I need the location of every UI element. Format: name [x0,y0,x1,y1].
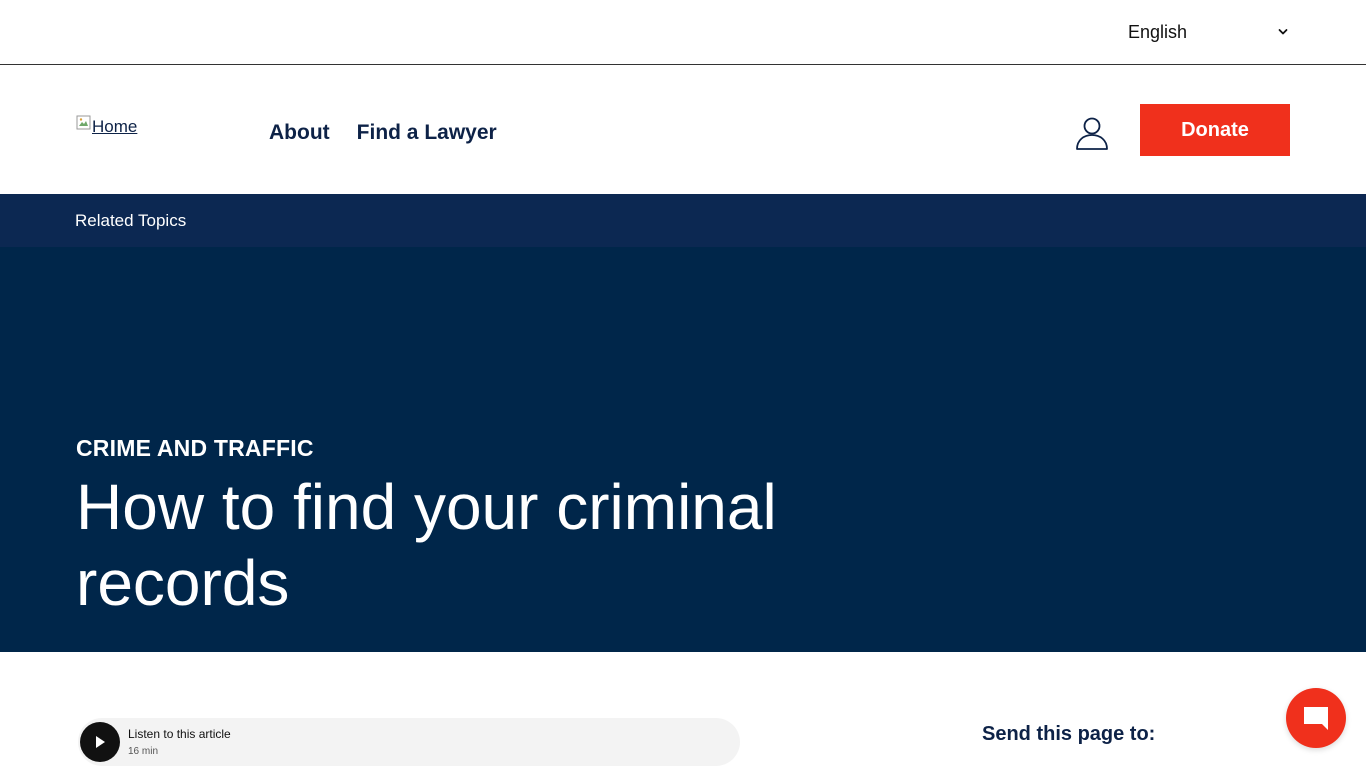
chevron-down-icon [1278,29,1288,35]
play-icon [96,736,105,748]
home-logo-link[interactable]: Home [76,115,138,137]
related-topics-toggle[interactable]: Related Topics [75,211,186,231]
language-selected-value: English [1128,21,1188,42]
home-logo-alt-text: Home [92,117,138,136]
audio-player: Listen to this article 16 min [78,718,740,766]
chat-button[interactable] [1286,688,1346,748]
top-utility-bar: English [0,0,1366,65]
related-topics-bar: Related Topics [0,194,1366,247]
audio-title: Listen to this article [128,727,231,741]
language-select[interactable]: English [1128,19,1288,45]
article-category-link[interactable]: CRIME AND TRAFFIC [76,435,314,462]
chat-icon [1304,707,1328,730]
send-page-label: Send this page to: [982,723,1156,745]
audio-duration: 16 min [128,746,159,757]
nav-item-about[interactable]: About [269,121,330,145]
donate-button[interactable]: Donate [1140,104,1290,156]
nav-item-find-a-lawyer[interactable]: Find a Lawyer [357,121,497,145]
play-button[interactable] [80,722,120,762]
main-header: Home About Find a Lawyer Donate [0,65,1366,194]
broken-image-icon [76,115,91,130]
primary-nav: About Find a Lawyer [269,121,497,145]
article-hero: CRIME AND TRAFFIC How to find your crimi… [0,247,1366,652]
article-title: How to find your criminal records [76,471,777,619]
user-icon[interactable] [1073,114,1111,152]
